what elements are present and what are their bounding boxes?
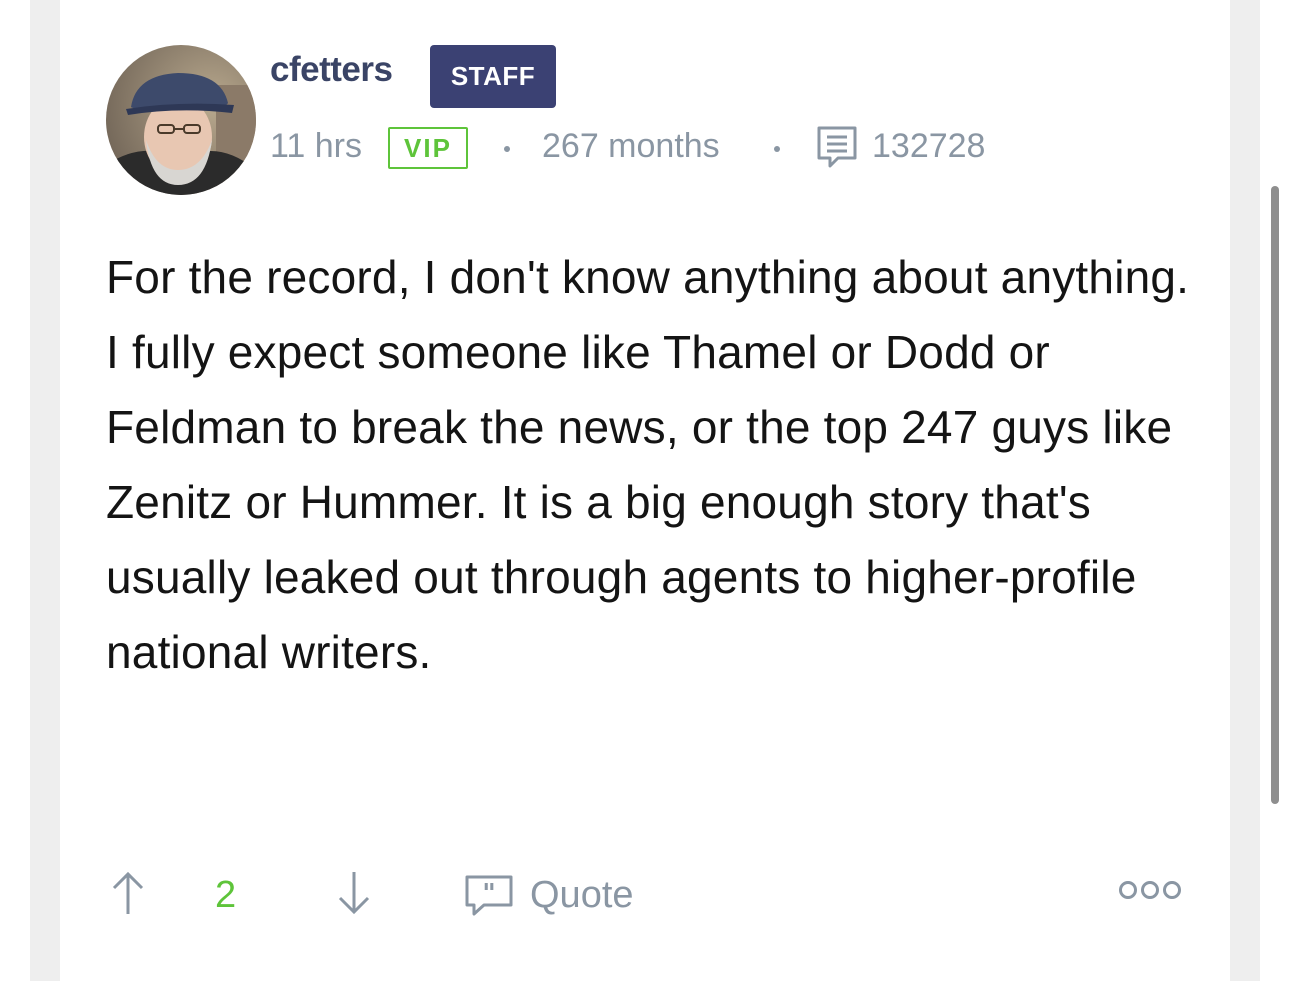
downvote-button[interactable] [334,868,374,918]
arrow-down-icon [338,872,370,915]
avatar-image [106,45,256,195]
quote-label: Quote [530,873,634,916]
post-body: For the record, I don't know anything ab… [106,251,1190,678]
post-time: 11 hrs [270,126,362,165]
page: cfetters STAFF 11 hrs VIP 267 months 132… [0,0,1290,981]
more-options-icon [1119,881,1181,899]
right-gutter [1230,0,1260,981]
quote-bubble-icon: " [465,875,513,916]
staff-badge: STAFF [430,45,556,108]
arrow-up-icon [112,871,144,914]
vote-count: 2 [215,873,237,916]
more-options-button[interactable] [1118,876,1182,904]
separator-dot [774,146,780,152]
separator-dot [504,146,510,152]
scrollbar-thumb[interactable] [1271,186,1279,804]
left-gutter [30,0,60,981]
post-count: 132728 [872,126,986,165]
upvote-button[interactable] [108,868,148,918]
message-icon [816,125,858,169]
avatar[interactable] [106,45,256,195]
member-duration: 267 months [542,126,720,165]
username[interactable]: cfetters [270,50,393,90]
quote-button[interactable]: " Quote [464,870,634,920]
vip-badge: VIP [388,127,468,169]
svg-text:": " [482,879,496,909]
